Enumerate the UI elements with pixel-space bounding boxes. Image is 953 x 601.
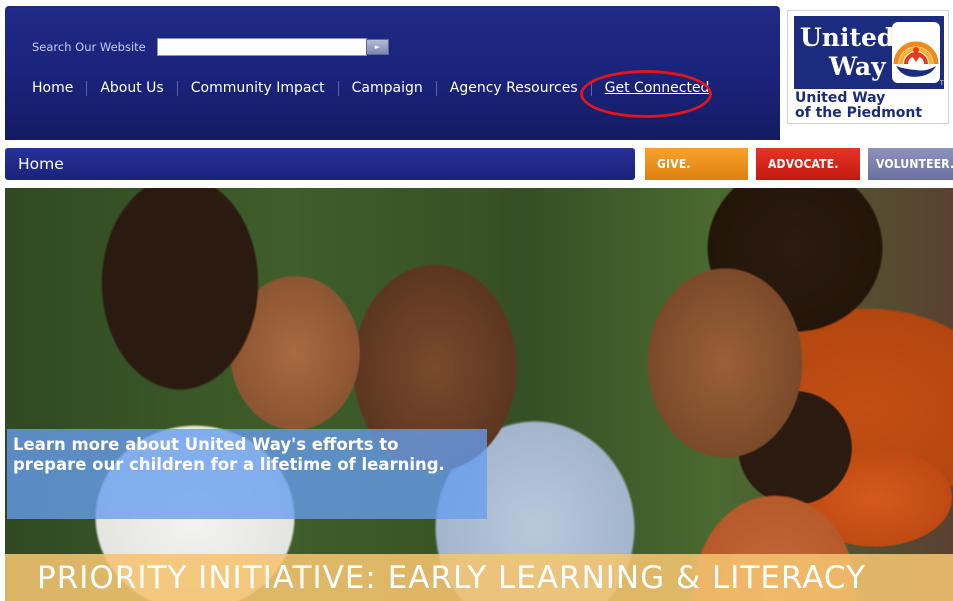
hero-caption-text: Learn more about United Way's efforts to…	[13, 435, 445, 474]
nav-divider	[590, 80, 592, 96]
search-label: Search Our Website	[32, 40, 146, 54]
nav-divider	[337, 80, 339, 96]
nav-about-us[interactable]: About Us	[100, 80, 163, 96]
logo-subtitle: United Way of the Piedmont	[795, 91, 922, 121]
nav-community-impact[interactable]: Community Impact	[191, 80, 325, 96]
nav-get-connected[interactable]: Get Connected	[605, 80, 710, 96]
nav-agency-resources[interactable]: Agency Resources	[450, 80, 578, 96]
nav-divider	[176, 80, 178, 96]
logo-mark: United Way TM	[794, 16, 949, 89]
nav-home[interactable]: Home	[32, 80, 73, 96]
hero-caption-box[interactable]: Learn more about United Way's efforts to…	[7, 429, 487, 519]
trademark-mark: TM	[940, 80, 949, 87]
play-arrow-icon: ►	[374, 43, 381, 51]
nav-campaign[interactable]: Campaign	[352, 80, 423, 96]
site-header: Search Our Website ► Home About Us Commu…	[5, 6, 780, 140]
search-input[interactable]	[157, 38, 367, 56]
logo-word-united: United	[800, 23, 895, 52]
logo-word-way: Way	[829, 52, 886, 81]
volunteer-button[interactable]: VOLUNTEER.	[868, 148, 953, 180]
united-way-logo[interactable]: United Way TM United Way of the Piedmont	[787, 10, 949, 124]
search-submit-button[interactable]: ►	[366, 39, 389, 55]
give-button[interactable]: GIVE.	[645, 148, 748, 180]
priority-initiative-text: PRIORITY INITIATIVE: EARLY LEARNING & LI…	[37, 560, 866, 596]
priority-initiative-banner[interactable]: PRIORITY INITIATIVE: EARLY LEARNING & LI…	[5, 554, 953, 601]
advocate-button[interactable]: ADVOCATE.	[756, 148, 860, 180]
hero-image[interactable]: Learn more about United Way's efforts to…	[5, 188, 953, 601]
united-way-hand-icon	[892, 22, 940, 83]
nav-divider	[86, 80, 88, 96]
logo-subtitle-line1: United Way	[795, 90, 886, 106]
nav-divider	[435, 80, 437, 96]
page-title: Home	[18, 155, 64, 173]
page-title-bar: Home	[5, 148, 635, 180]
main-nav: Home About Us Community Impact Campaign …	[32, 80, 709, 96]
logo-subtitle-line2: of the Piedmont	[795, 105, 923, 121]
